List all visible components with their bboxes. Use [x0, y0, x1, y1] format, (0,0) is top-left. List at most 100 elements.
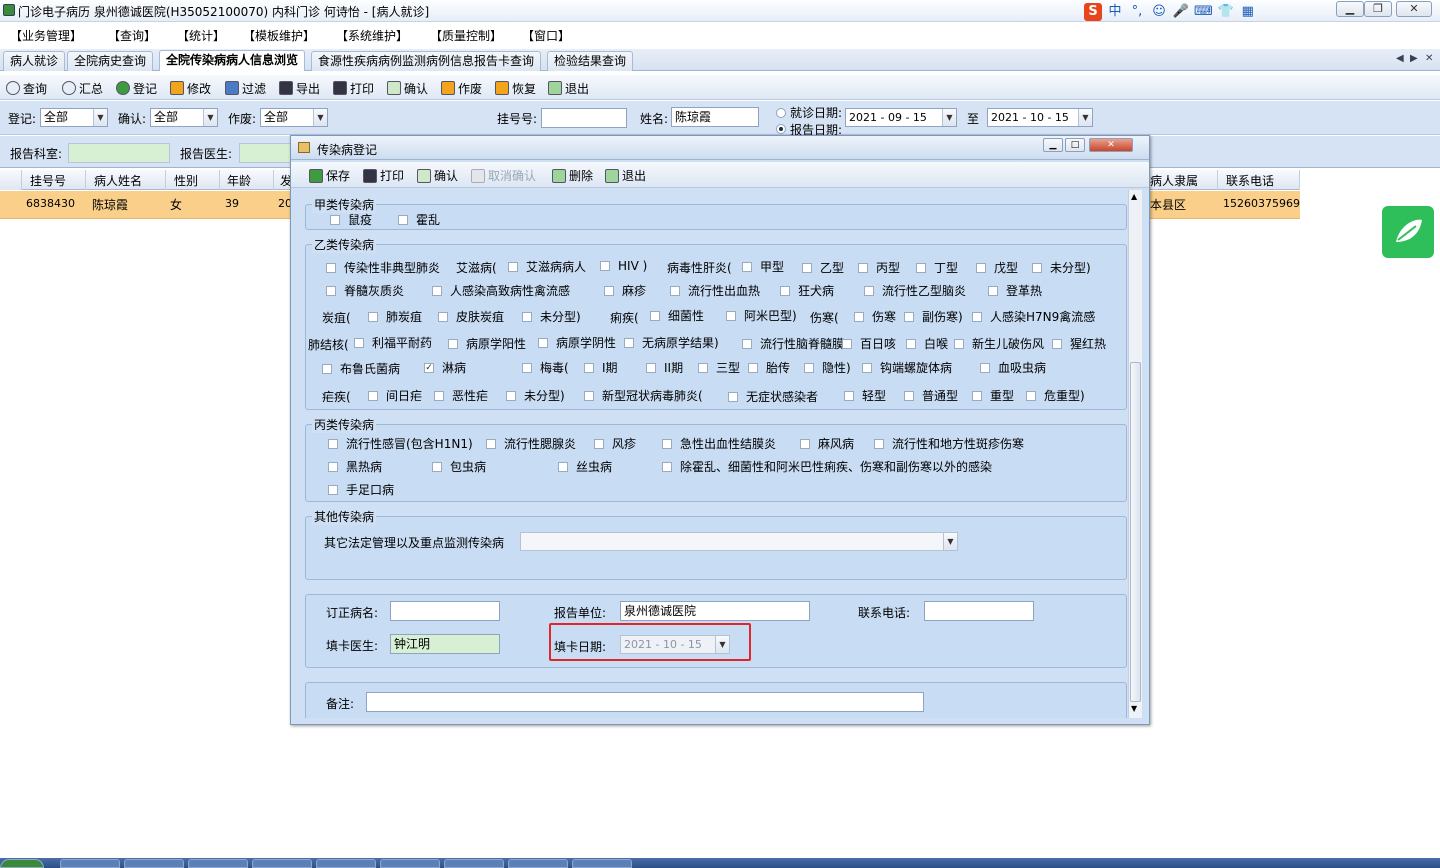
scroll-thumb[interactable] [1130, 362, 1141, 702]
checkbox-other-diarrhea[interactable]: 除霍乱、细菌性和阿米巴性痢疾、伤寒和副伤寒以外的感染 [662, 458, 992, 475]
ime-toolbar[interactable]: S 中 °, ☺ 🎤 ⌨ 👕 ▦ [1084, 2, 1257, 22]
checkbox-typhus[interactable]: 流行性和地方性斑疹伤寒 [874, 435, 1024, 452]
register-select[interactable]: 全部 ▼ [40, 108, 108, 127]
menu-window[interactable]: 【窗口】 [522, 27, 570, 44]
taskbar-item[interactable] [124, 859, 184, 868]
checkbox-falciparum[interactable]: 恶性疟 [434, 387, 488, 404]
checkbox-hep-e[interactable]: 戊型 [976, 259, 1018, 276]
dialog-scrollbar[interactable]: ▲ ▼ [1128, 190, 1142, 718]
card-doctor-input[interactable]: 钟江明 [390, 634, 500, 654]
name-input[interactable]: 陈琼霞 [671, 107, 759, 127]
tab-next-icon[interactable]: ▶ [1410, 53, 1418, 64]
col-affiliation[interactable]: 病人隶属 [1144, 170, 1218, 190]
confirm-button[interactable]: 确认 [417, 167, 458, 184]
punct-icon[interactable]: °, [1128, 3, 1146, 21]
edit-button[interactable]: 修改 [170, 79, 211, 97]
checkbox-covid[interactable]: 新型冠状病毒肺炎( [584, 387, 703, 404]
checkbox-h7n9[interactable]: 人感染H7N9禽流感 [972, 308, 1095, 325]
checkbox-rabies[interactable]: 狂犬病 [780, 282, 834, 299]
export-button[interactable]: 导出 [279, 79, 320, 97]
query-button[interactable]: 查询 [6, 79, 47, 97]
checkbox-bacillary[interactable]: 细菌性 [650, 307, 704, 324]
checkbox-leprosy[interactable]: 麻风病 [800, 435, 854, 452]
dropdown-arrow-icon[interactable]: ▼ [93, 109, 107, 126]
other-disease-select[interactable]: ▼ [520, 532, 958, 551]
checkbox-sars[interactable]: 传染性非典型肺炎 [326, 259, 440, 276]
menu-stats[interactable]: 【统计】 [177, 27, 225, 44]
menu-quality[interactable]: 【质量控制】 [430, 27, 502, 44]
print-button[interactable]: 打印 [363, 167, 404, 184]
filter-button[interactable]: 过滤 [225, 79, 266, 97]
col-regno[interactable]: 挂号号 [22, 170, 86, 190]
menu-business[interactable]: 【业务管理】 [10, 27, 82, 44]
dropdown-arrow-icon[interactable]: ▼ [203, 109, 217, 126]
floating-app-icon[interactable] [1382, 206, 1434, 258]
checkbox-normal[interactable]: 普通型 [904, 387, 958, 404]
col-age[interactable]: 年龄 [220, 170, 274, 190]
visit-date-radio[interactable] [776, 108, 786, 118]
sogou-icon[interactable]: S [1084, 3, 1102, 21]
checkbox-echinococcosis[interactable]: 包虫病 [432, 458, 486, 475]
checkbox-filariasis[interactable]: 丝虫病 [558, 458, 612, 475]
checkbox-cholera[interactable]: 霍乱 [398, 211, 440, 228]
menu-template[interactable]: 【模板维护】 [243, 27, 315, 44]
checkbox-mumps[interactable]: 流行性腮腺炎 [486, 435, 576, 452]
taskbar-item[interactable] [380, 859, 440, 868]
checkbox-malaria-untyped[interactable]: 未分型) [506, 387, 565, 404]
checkbox-skin-anthrax[interactable]: 皮肤炭疽 [438, 308, 504, 325]
checkbox-severe[interactable]: 重型 [972, 387, 1014, 404]
checkbox-syphilis-3[interactable]: 三型 [698, 359, 740, 376]
taskbar-item[interactable] [188, 859, 248, 868]
checkbox-gonorrhea[interactable]: ✓ 淋病 [424, 359, 466, 376]
save-button[interactable]: 保存 [309, 167, 350, 184]
checkbox-syphilis-1[interactable]: I期 [584, 359, 618, 376]
scroll-down-icon[interactable]: ▼ [1131, 704, 1137, 713]
start-button[interactable] [0, 859, 44, 868]
checkbox-brucellosis[interactable]: 布鲁氏菌病 [322, 360, 400, 377]
checkbox-critical[interactable]: 危重型) [1026, 387, 1085, 404]
summary-button[interactable]: 汇总 [62, 79, 103, 97]
checkbox-congenital[interactable]: 胎传 [748, 359, 790, 376]
checkbox-syphilis-2[interactable]: II期 [646, 359, 683, 376]
checkbox-paratyphoid[interactable]: 副伤寒) [904, 308, 963, 325]
dropdown-arrow-icon[interactable]: ▼ [943, 533, 957, 550]
cancel-confirm-button[interactable]: 取消确认 [471, 167, 536, 184]
dialog-exit-button[interactable]: 退出 [605, 167, 646, 184]
checkbox-syphilis[interactable]: 梅毒( [522, 359, 569, 376]
dialog-close-icon[interactable]: ✕ [1089, 138, 1133, 152]
checkbox-hep-d[interactable]: 丁型 [916, 259, 958, 276]
taskbar-item[interactable] [572, 859, 632, 868]
taskbar-item[interactable] [508, 859, 568, 868]
emoji-icon[interactable]: ☺ [1150, 3, 1168, 21]
tab-patient-visit[interactable]: 病人就诊 [3, 51, 66, 71]
checkbox-measles[interactable]: 麻疹 [604, 282, 646, 299]
checkbox-hfrs[interactable]: 流行性出血热 [670, 282, 760, 299]
menu-query[interactable]: 【查询】 [108, 27, 156, 44]
checkbox-scarlet-fever[interactable]: 猩红热 [1052, 335, 1106, 352]
menu-system[interactable]: 【系统维护】 [336, 27, 408, 44]
checkbox-vivax[interactable]: 间日疟 [368, 387, 422, 404]
checkbox-polio[interactable]: 脊髓灰质炎 [326, 282, 404, 299]
date-to-picker[interactable]: 2021 - 10 - 15 ▼ [987, 108, 1093, 127]
checkbox-typhoid[interactable]: 伤寒 [854, 308, 896, 325]
dialog-maximize-icon[interactable]: □ [1065, 138, 1085, 152]
checkbox-anthrax-untyped[interactable]: 未分型) [522, 308, 581, 325]
register-button[interactable]: 登记 [116, 79, 157, 97]
report-unit-input[interactable]: 泉州德诚医院 [620, 601, 810, 621]
maximize-icon[interactable]: ❐ [1364, 1, 1392, 17]
dropdown-arrow-icon[interactable]: ▼ [1078, 109, 1092, 126]
restore-button[interactable]: 恢复 [495, 79, 536, 97]
checkbox-hfmd[interactable]: 手足口病 [328, 481, 394, 498]
tab-lab-results[interactable]: 检验结果查询 [547, 51, 634, 71]
exit-button[interactable]: 退出 [548, 79, 589, 97]
minimize-icon[interactable]: ▁ [1336, 1, 1364, 17]
tab-prev-icon[interactable]: ◀ [1396, 53, 1404, 64]
skin-icon[interactable]: 👕 [1217, 3, 1235, 21]
checkbox-conjunctivitis[interactable]: 急性出血性结膜炎 [662, 435, 776, 452]
report-dept-input[interactable] [68, 143, 170, 163]
checkbox-latent[interactable]: 隐性) [804, 359, 851, 376]
checkbox-avian-flu[interactable]: 人感染高致病性禽流感 [432, 282, 570, 299]
checkbox-jev[interactable]: 流行性乙型脑炎 [864, 282, 966, 299]
contact-phone-input[interactable] [924, 601, 1034, 621]
tab-close-icon[interactable]: ✕ [1425, 53, 1433, 64]
